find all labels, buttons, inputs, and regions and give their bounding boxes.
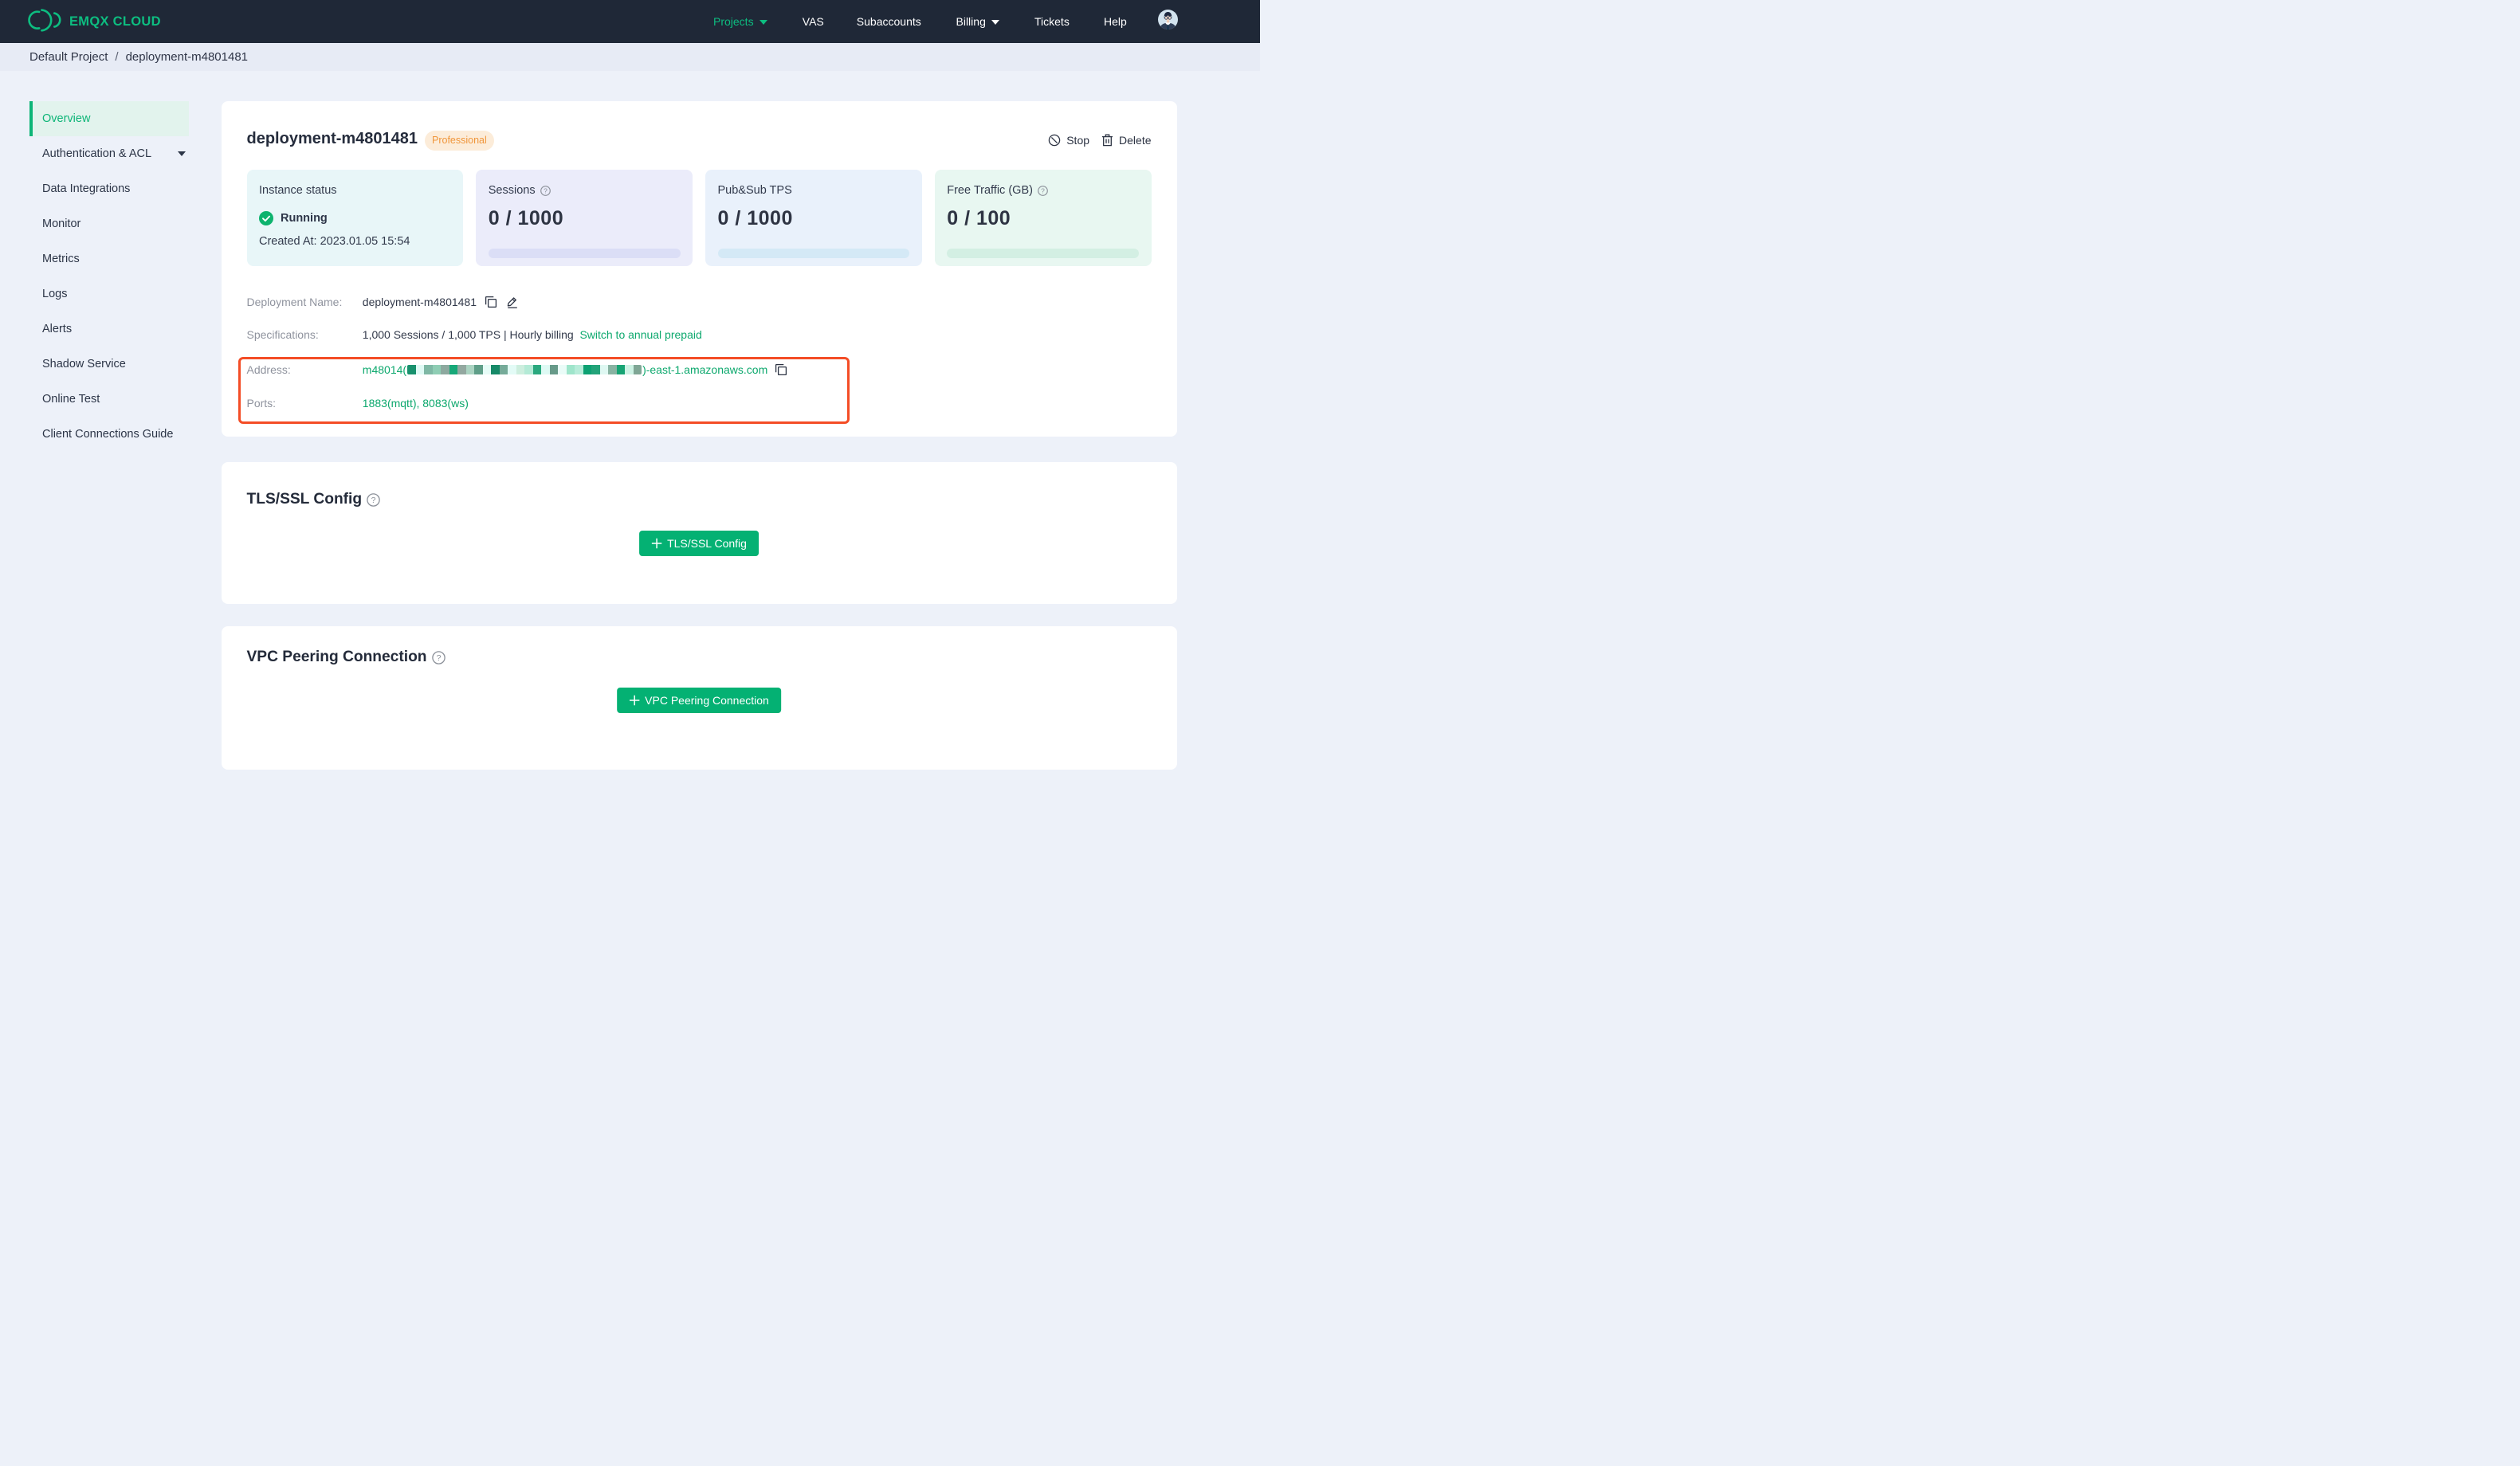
svg-text:?: ? <box>371 496 375 505</box>
svg-text:?: ? <box>437 653 442 663</box>
svg-text:?: ? <box>1041 186 1045 194</box>
svg-text:?: ? <box>544 186 548 194</box>
